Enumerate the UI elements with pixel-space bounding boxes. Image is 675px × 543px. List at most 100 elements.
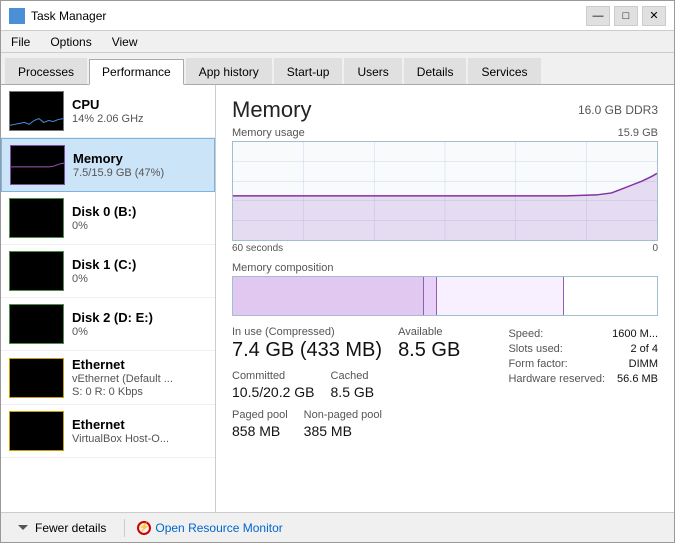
maximize-button[interactable]: □ — [614, 6, 638, 26]
hw-reserved-row: Hardware reserved: 56.6 MB — [508, 373, 658, 385]
in-use-label: In use (Compressed) — [232, 326, 382, 338]
chart-label-row: Memory usage 15.9 GB — [232, 127, 658, 139]
eth2-graph — [9, 411, 64, 451]
disk1-graph — [9, 251, 64, 291]
form-key: Form factor: — [508, 358, 567, 370]
cpu-label: CPU — [72, 97, 144, 112]
hw-reserved-val: 56.6 MB — [617, 373, 658, 385]
tab-app-history[interactable]: App history — [186, 58, 272, 84]
sidebar-item-cpu[interactable]: CPU 14% 2.06 GHz — [1, 85, 215, 138]
fewer-details-button[interactable]: Fewer details — [9, 518, 112, 538]
title-bar: Task Manager — □ ✕ — [1, 1, 674, 31]
form-val: DIMM — [629, 358, 658, 370]
monitor-icon: ⚡ — [137, 521, 151, 535]
paged-label: Paged pool — [232, 409, 288, 421]
eth1-graph — [9, 358, 64, 398]
nonpaged-label: Non-paged pool — [304, 409, 382, 421]
comp-modified — [424, 277, 437, 315]
cpu-info: CPU 14% 2.06 GHz — [72, 97, 144, 125]
monitor-link-container[interactable]: ⚡ Open Resource Monitor — [137, 521, 282, 535]
time-start: 60 seconds — [232, 243, 283, 254]
sidebar-item-disk0[interactable]: Disk 0 (B:) 0% — [1, 192, 215, 245]
cpu-graph — [9, 91, 64, 131]
stats-row1: In use (Compressed) 7.4 GB (433 MB) Avai… — [232, 326, 492, 362]
sidebar-item-disk1[interactable]: Disk 1 (C:) 0% — [1, 245, 215, 298]
fewer-details-icon — [15, 520, 31, 536]
memory-graph — [10, 145, 65, 185]
sidebar-item-eth2[interactable]: Ethernet VirtualBox Host-O... — [1, 405, 215, 458]
time-end: 0 — [652, 243, 658, 254]
main-content: CPU 14% 2.06 GHz Memory 7.5/15.9 GB (47%… — [1, 85, 674, 512]
hw-reserved-key: Hardware reserved: — [508, 373, 605, 385]
disk0-graph — [9, 198, 64, 238]
nonpaged-value: 385 MB — [304, 423, 382, 440]
tab-details[interactable]: Details — [404, 58, 467, 84]
task-manager-window: Task Manager — □ ✕ File Options View Pro… — [0, 0, 675, 543]
chart-label: Memory usage — [232, 127, 305, 139]
available-value: 8.5 GB — [398, 338, 460, 362]
memory-value: 7.5/15.9 GB (47%) — [73, 167, 164, 179]
disk1-info: Disk 1 (C:) 0% — [72, 257, 136, 285]
minimize-button[interactable]: — — [586, 6, 610, 26]
disk2-graph — [9, 304, 64, 344]
committed-stat: Committed 10.5/20.2 GB — [232, 370, 315, 401]
fewer-details-label: Fewer details — [35, 521, 106, 535]
menu-view[interactable]: View — [106, 33, 144, 51]
menu-file[interactable]: File — [5, 33, 36, 51]
sidebar-item-disk2[interactable]: Disk 2 (D: E:) 0% — [1, 298, 215, 351]
chart-max-label: 15.9 GB — [618, 127, 658, 139]
available-label: Available — [398, 326, 460, 338]
right-panel: Memory 16.0 GB DDR3 Memory usage 15.9 GB — [216, 85, 674, 512]
disk1-label: Disk 1 (C:) — [72, 257, 136, 272]
tab-startup[interactable]: Start-up — [274, 58, 343, 84]
committed-value: 10.5/20.2 GB — [232, 384, 315, 401]
right-stats: Speed: 1600 M... Slots used: 2 of 4 Form… — [508, 326, 658, 440]
sidebar-item-eth1[interactable]: Ethernet vEthernet (Default ... S: 0 R: … — [1, 351, 215, 405]
disk1-value: 0% — [72, 273, 136, 285]
comp-in-use — [233, 277, 424, 315]
left-stats: In use (Compressed) 7.4 GB (433 MB) Avai… — [232, 326, 492, 440]
right-panel-scroll[interactable]: Memory 16.0 GB DDR3 Memory usage 15.9 GB — [216, 85, 674, 512]
composition-label: Memory composition — [232, 262, 658, 274]
tab-processes[interactable]: Processes — [5, 58, 87, 84]
disk0-info: Disk 0 (B:) 0% — [72, 204, 136, 232]
comp-standby — [437, 277, 564, 315]
memory-info: Memory 7.5/15.9 GB (47%) — [73, 151, 164, 179]
close-button[interactable]: ✕ — [642, 6, 666, 26]
eth2-value: VirtualBox Host-O... — [72, 433, 169, 445]
eth1-value: vEthernet (Default ... — [72, 373, 173, 385]
app-icon — [9, 8, 25, 24]
speed-key: Speed: — [508, 328, 543, 340]
disk0-label: Disk 0 (B:) — [72, 204, 136, 219]
paged-stat: Paged pool 858 MB — [232, 409, 288, 440]
sidebar-item-memory[interactable]: Memory 7.5/15.9 GB (47%) — [1, 138, 215, 192]
slots-key: Slots used: — [508, 343, 562, 355]
sidebar: CPU 14% 2.06 GHz Memory 7.5/15.9 GB (47%… — [1, 85, 216, 512]
committed-label: Committed — [232, 370, 315, 382]
in-use-stat: In use (Compressed) 7.4 GB (433 MB) — [232, 326, 382, 362]
bottom-separator — [124, 519, 125, 537]
speed-row: Speed: 1600 M... — [508, 328, 658, 340]
tab-services[interactable]: Services — [468, 58, 540, 84]
menu-options[interactable]: Options — [44, 33, 97, 51]
panel-header: Memory 16.0 GB DDR3 — [232, 97, 658, 123]
tab-performance[interactable]: Performance — [89, 59, 184, 85]
composition-section: Memory composition — [232, 262, 658, 316]
disk2-value: 0% — [72, 326, 153, 338]
memory-usage-chart-section: Memory usage 15.9 GB — [232, 127, 658, 254]
eth1-info: Ethernet vEthernet (Default ... S: 0 R: … — [72, 357, 173, 398]
nonpaged-stat: Non-paged pool 385 MB — [304, 409, 382, 440]
memory-label: Memory — [73, 151, 164, 166]
eth1-value2: S: 0 R: 0 Kbps — [72, 386, 173, 398]
title-bar-left: Task Manager — [9, 8, 106, 24]
tab-users[interactable]: Users — [344, 58, 401, 84]
slots-val: 2 of 4 — [630, 343, 658, 355]
paged-value: 858 MB — [232, 423, 288, 440]
memory-usage-chart — [232, 141, 658, 241]
form-row: Form factor: DIMM — [508, 358, 658, 370]
eth2-info: Ethernet VirtualBox Host-O... — [72, 417, 169, 445]
disk2-label: Disk 2 (D: E:) — [72, 310, 153, 325]
monitor-link[interactable]: Open Resource Monitor — [155, 521, 282, 535]
slots-row: Slots used: 2 of 4 — [508, 343, 658, 355]
chart-time-labels: 60 seconds 0 — [232, 243, 658, 254]
